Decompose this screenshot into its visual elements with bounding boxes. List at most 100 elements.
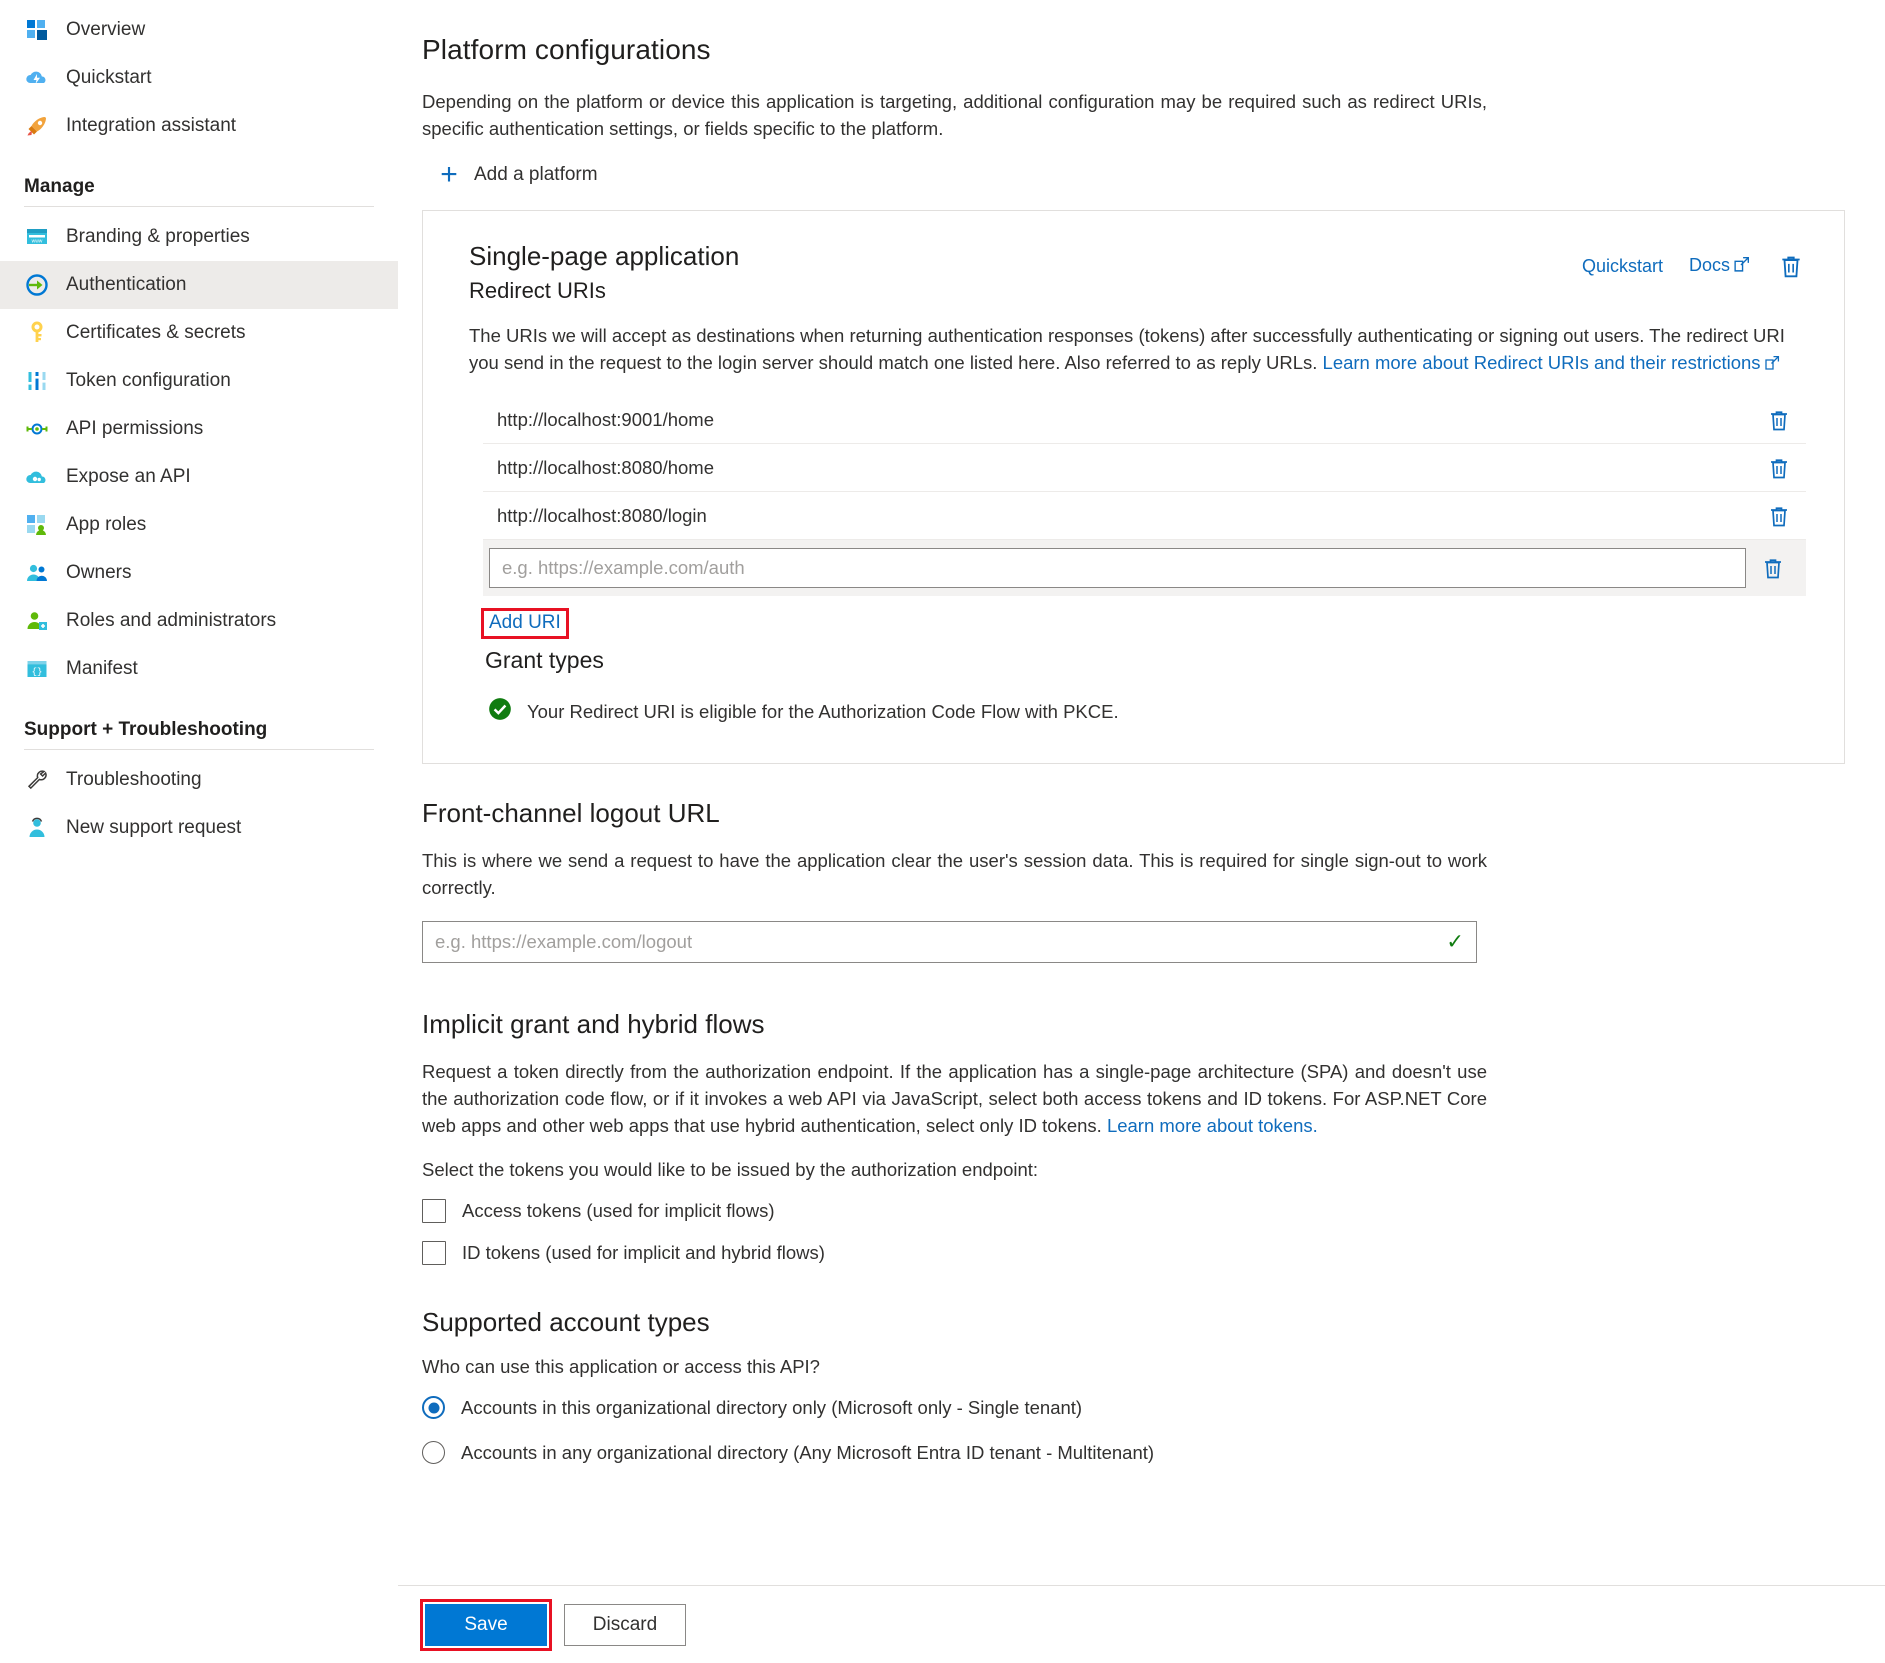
access-tokens-label: Access tokens (used for implicit flows) (462, 1200, 775, 1221)
plus-icon: + (440, 158, 458, 191)
redirect-uris-learn-more-link[interactable]: Learn more about Redirect URIs and their… (1323, 352, 1780, 373)
sidebar-item-roles-and-administrators[interactable]: Roles and administrators (0, 597, 398, 645)
sidebar-item-label: Troubleshooting (66, 769, 202, 790)
delete-redirect-uri-icon[interactable] (1746, 556, 1800, 580)
access-tokens-checkbox-row[interactable]: Access tokens (used for implicit flows) (422, 1199, 1845, 1223)
single-page-application-platform-card: Single-page application Redirect URIs Qu… (422, 210, 1845, 764)
sidebar-item-certificates-and-secrets[interactable]: Certificates & secrets (0, 309, 398, 357)
rocket-icon (24, 113, 50, 139)
add-uri-highlight-box: Add URI (481, 608, 569, 639)
delete-platform-icon[interactable] (1776, 251, 1806, 281)
delete-redirect-uri-icon[interactable] (1752, 408, 1806, 432)
sidebar-item-label: Overview (66, 19, 146, 40)
redirect-uri-row: http://localhost:8080/home (483, 444, 1806, 492)
id-tokens-label: ID tokens (used for implicit and hybrid … (462, 1242, 825, 1263)
sidebar-item-label: Branding & properties (66, 226, 250, 247)
azure-app-registration-authentication-page: Overview Quickstart Integration assistan… (0, 0, 1885, 1663)
svg-text:{}: {} (32, 667, 43, 677)
sidebar-item-app-roles[interactable]: App roles (0, 501, 398, 549)
docs-link[interactable]: Docs (1689, 255, 1750, 278)
sidebar-item-owners[interactable]: Owners (0, 549, 398, 597)
sidebar-item-expose-an-api[interactable]: Expose an API (0, 453, 398, 501)
redirect-uris-learn-more-label: Learn more about Redirect URIs and their… (1322, 352, 1761, 373)
page-title: Platform configurations (422, 34, 711, 65)
front-channel-logout-url-input[interactable] (422, 921, 1477, 963)
external-link-icon (1733, 256, 1750, 278)
front-channel-logout-url-description: This is where we send a request to have … (422, 850, 1487, 898)
sidebar-item-branding-and-properties[interactable]: www Branding & properties (0, 213, 398, 261)
success-check-icon (487, 696, 513, 727)
sidebar-item-label: Expose an API (66, 466, 191, 487)
redirect-uris-description: The URIs we will accept as destinations … (469, 322, 1806, 378)
delete-redirect-uri-icon[interactable] (1752, 504, 1806, 528)
discard-button[interactable]: Discard (564, 1603, 686, 1646)
sidebar-divider (24, 749, 374, 750)
access-tokens-checkbox[interactable] (422, 1199, 446, 1223)
bottom-command-bar: Save Discard (398, 1585, 1885, 1663)
sidebar-item-label: Roles and administrators (66, 610, 277, 631)
save-button[interactable]: Save (425, 1603, 547, 1646)
front-channel-logout-url-title: Front-channel logout URL (422, 798, 720, 828)
quickstart-link[interactable]: Quickstart (1582, 256, 1663, 277)
sidebar-item-api-permissions[interactable]: API permissions (0, 405, 398, 453)
account-type-single-tenant-label: Accounts in this organizational director… (461, 1396, 1083, 1418)
implicit-grant-title: Implicit grant and hybrid flows (422, 1009, 765, 1039)
new-redirect-uri-row (483, 540, 1806, 596)
redirect-uri-row: http://localhost:9001/home (483, 396, 1806, 444)
save-highlight-box: Save (420, 1598, 552, 1651)
sidebar-item-label: Certificates & secrets (66, 322, 246, 343)
arrow-in-circle-icon (24, 272, 50, 298)
cloud-gear-icon (24, 464, 50, 490)
add-uri-link[interactable]: Add URI (489, 612, 561, 633)
sidebar-item-authentication[interactable]: Authentication (0, 261, 398, 309)
grant-types-title: Grant types (485, 647, 604, 673)
grid-cube-icon (24, 17, 50, 43)
account-type-multitenant-radio[interactable] (422, 1441, 445, 1464)
sidebar-group-manage-heading: Manage (24, 176, 95, 197)
id-tokens-checkbox-row[interactable]: ID tokens (used for implicit and hybrid … (422, 1241, 1845, 1265)
implicit-grant-description-text: Request a token directly from the author… (422, 1061, 1487, 1136)
sidebar-item-label: Owners (66, 562, 132, 583)
add-a-platform-button[interactable]: + Add a platform (438, 158, 597, 191)
token-selection-label: Select the tokens you would like to be i… (422, 1159, 1039, 1180)
id-tokens-checkbox[interactable] (422, 1241, 446, 1265)
delete-redirect-uri-icon[interactable] (1752, 456, 1806, 480)
redirect-uri-list: http://localhost:9001/home http://localh… (483, 396, 1806, 596)
supported-account-types-title: Supported account types (422, 1307, 710, 1337)
wrench-icon (24, 767, 50, 793)
redirect-uri-row: http://localhost:8080/login (483, 492, 1806, 540)
sidebar-item-new-support-request[interactable]: New support request (0, 804, 398, 852)
person-badge-icon (24, 608, 50, 634)
account-type-single-tenant-radio[interactable] (422, 1396, 445, 1419)
tokens-learn-more-link[interactable]: Learn more about tokens. (1107, 1115, 1318, 1136)
front-channel-logout-url-field-wrapper: ✓ (422, 921, 1477, 963)
grid-person-icon (24, 512, 50, 538)
docs-link-label: Docs (1688, 254, 1730, 275)
sliders-icon (24, 368, 50, 394)
cloud-lightning-icon (24, 65, 50, 91)
braces-window-icon: {} (24, 656, 50, 682)
sidebar-item-label: Token configuration (66, 370, 231, 391)
external-link-icon (1764, 351, 1780, 378)
sidebar-item-label: Authentication (66, 274, 187, 295)
sidebar-item-overview[interactable]: Overview (0, 6, 398, 54)
sidebar-item-token-configuration[interactable]: Token configuration (0, 357, 398, 405)
left-navigation-sidebar: Overview Quickstart Integration assistan… (0, 0, 398, 1663)
sidebar-item-manifest[interactable]: {} Manifest (0, 645, 398, 693)
sidebar-item-label: App roles (66, 514, 147, 535)
account-type-single-tenant-row[interactable]: Accounts in this organizational director… (422, 1396, 1845, 1419)
new-redirect-uri-input[interactable] (489, 548, 1746, 588)
sidebar-item-quickstart[interactable]: Quickstart (0, 54, 398, 102)
sidebar-item-integration-assistant[interactable]: Integration assistant (0, 102, 398, 150)
sidebar-item-label: Manifest (66, 658, 138, 679)
browser-window-icon: www (24, 224, 50, 250)
main-content-area: Platform configurations Depending on the… (398, 0, 1885, 1663)
implicit-grant-description: Request a token directly from the author… (422, 1058, 1487, 1139)
supported-account-types-question: Who can use this application or access t… (422, 1356, 820, 1377)
content-fade-mask (398, 1575, 1885, 1585)
grant-types-status: Your Redirect URI is eligible for the Au… (487, 696, 1806, 727)
platform-card-actions: Quickstart Docs (1582, 241, 1806, 281)
support-agent-icon (24, 815, 50, 841)
sidebar-item-troubleshooting[interactable]: Troubleshooting (0, 756, 398, 804)
account-type-multitenant-row[interactable]: Accounts in any organizational directory… (422, 1441, 1845, 1464)
